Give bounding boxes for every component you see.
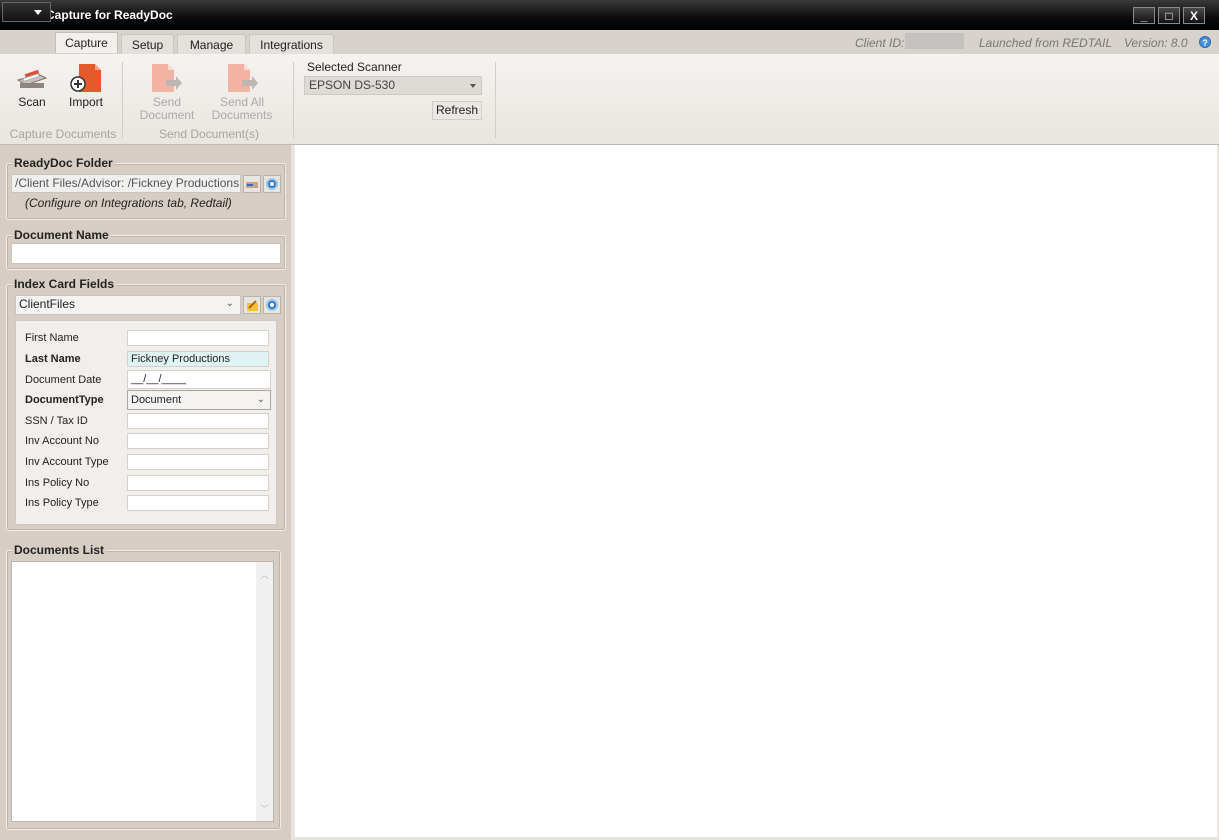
first-name-input[interactable] xyxy=(127,330,269,346)
document-name-title: Document Name xyxy=(12,228,111,242)
help-icon[interactable]: ? xyxy=(1199,36,1211,48)
refresh-button[interactable]: Refresh xyxy=(432,101,482,120)
index-card-select-value: ClientFiles xyxy=(19,297,76,311)
index-card-settings-button[interactable] xyxy=(263,296,281,314)
client-id-value xyxy=(905,33,964,49)
selected-scanner-label: Selected Scanner xyxy=(307,60,402,74)
client-id-label: Client ID: xyxy=(855,36,905,50)
ins-policy-no-input[interactable] xyxy=(127,475,269,491)
gear-icon xyxy=(266,299,278,311)
scanner-select-value: EPSON DS-530 xyxy=(309,78,396,92)
app-menu-button[interactable] xyxy=(2,2,51,22)
folder-link-icon xyxy=(246,182,258,188)
inv-account-type-input[interactable] xyxy=(127,454,269,470)
chevron-down-icon: ⌄ xyxy=(225,298,234,309)
gear-icon xyxy=(266,178,278,190)
send-all-documents-button[interactable]: Send All Documents xyxy=(208,60,276,124)
scanner-select[interactable]: EPSON DS-530 xyxy=(304,76,482,95)
ssn-tax-id-input[interactable] xyxy=(127,413,269,429)
import-document-icon xyxy=(70,64,101,92)
folder-settings-button[interactable] xyxy=(263,175,281,193)
send-document-label-line2: Document xyxy=(139,108,195,122)
title-bar xyxy=(0,0,1219,30)
pencil-folder-icon xyxy=(247,300,258,311)
last-name-input[interactable]: Fickney Productions xyxy=(127,351,269,367)
send-all-label-line2: Documents xyxy=(211,108,273,122)
document-preview-area[interactable] xyxy=(295,145,1217,837)
browse-folder-button[interactable] xyxy=(243,175,261,193)
document-type-select[interactable]: Document ⌄ xyxy=(127,390,271,410)
ssn-tax-id-label: SSN / Tax ID xyxy=(25,415,88,427)
inv-account-no-label: Inv Account No xyxy=(25,435,99,447)
tab-setup[interactable]: Setup xyxy=(121,34,174,55)
ins-policy-no-label: Ins Policy No xyxy=(25,477,90,489)
scanner-icon xyxy=(16,69,48,88)
ribbon-separator xyxy=(495,62,496,138)
ribbon-separator xyxy=(122,62,123,138)
scroll-down-icon[interactable]: ﹀ xyxy=(260,802,269,815)
close-button[interactable]: X xyxy=(1183,7,1205,24)
import-label: Import xyxy=(68,95,103,109)
readydoc-folder-title: ReadyDoc Folder xyxy=(12,156,115,170)
chevron-down-icon: ⌄ xyxy=(256,394,265,405)
send-documents-group-label: Send Document(s) xyxy=(158,127,260,141)
document-date-label: Document Date xyxy=(25,374,102,386)
dropdown-arrow-icon xyxy=(470,84,476,88)
index-card-title: Index Card Fields xyxy=(12,277,117,291)
first-name-label: First Name xyxy=(25,332,79,344)
version-label: Version: 8.0 xyxy=(1124,36,1188,50)
tab-manage[interactable]: Manage xyxy=(177,34,246,55)
documents-list[interactable]: ︿ ﹀ xyxy=(11,561,274,822)
send-document-icon xyxy=(152,64,182,92)
folder-configure-note: (Configure on Integrations tab, Redtail) xyxy=(25,196,232,210)
scan-button[interactable]: Scan xyxy=(12,60,52,116)
document-name-input[interactable] xyxy=(11,243,281,264)
document-date-input[interactable]: __/__/____ xyxy=(127,370,271,389)
maximize-button[interactable]: □ xyxy=(1158,7,1180,24)
minimize-button[interactable]: _ xyxy=(1133,7,1155,24)
inv-account-type-label: Inv Account Type xyxy=(25,456,109,468)
index-card-select[interactable]: ClientFiles ⌄ xyxy=(15,295,241,315)
import-button[interactable]: Import xyxy=(63,60,109,116)
send-document-button[interactable]: Send Document xyxy=(136,60,198,124)
documents-list-title: Documents List xyxy=(12,543,107,557)
ribbon-separator xyxy=(293,62,294,138)
tab-integrations[interactable]: Integrations xyxy=(249,34,334,55)
ins-policy-type-label: Ins Policy Type xyxy=(25,497,99,509)
scan-label: Scan xyxy=(18,95,46,109)
chevron-down-icon xyxy=(34,10,42,15)
send-all-documents-icon xyxy=(228,64,258,92)
inv-account-no-input[interactable] xyxy=(127,433,269,449)
documents-list-scrollbar[interactable]: ︿ ﹀ xyxy=(256,562,273,821)
index-card-edit-button[interactable] xyxy=(243,296,261,314)
document-type-value: Document xyxy=(131,394,182,406)
scroll-up-icon[interactable]: ︿ xyxy=(260,568,269,581)
tab-capture[interactable]: Capture xyxy=(55,32,118,53)
ins-policy-type-input[interactable] xyxy=(127,495,269,511)
capture-documents-group-label: Capture Documents xyxy=(9,127,117,141)
launched-from-label: Launched from REDTAIL xyxy=(979,36,1113,50)
document-type-label: DocumentType xyxy=(25,394,104,406)
last-name-label: Last Name xyxy=(25,353,81,365)
readydoc-folder-path: /Client Files/Advisor: /Fickney Producti… xyxy=(11,174,241,193)
